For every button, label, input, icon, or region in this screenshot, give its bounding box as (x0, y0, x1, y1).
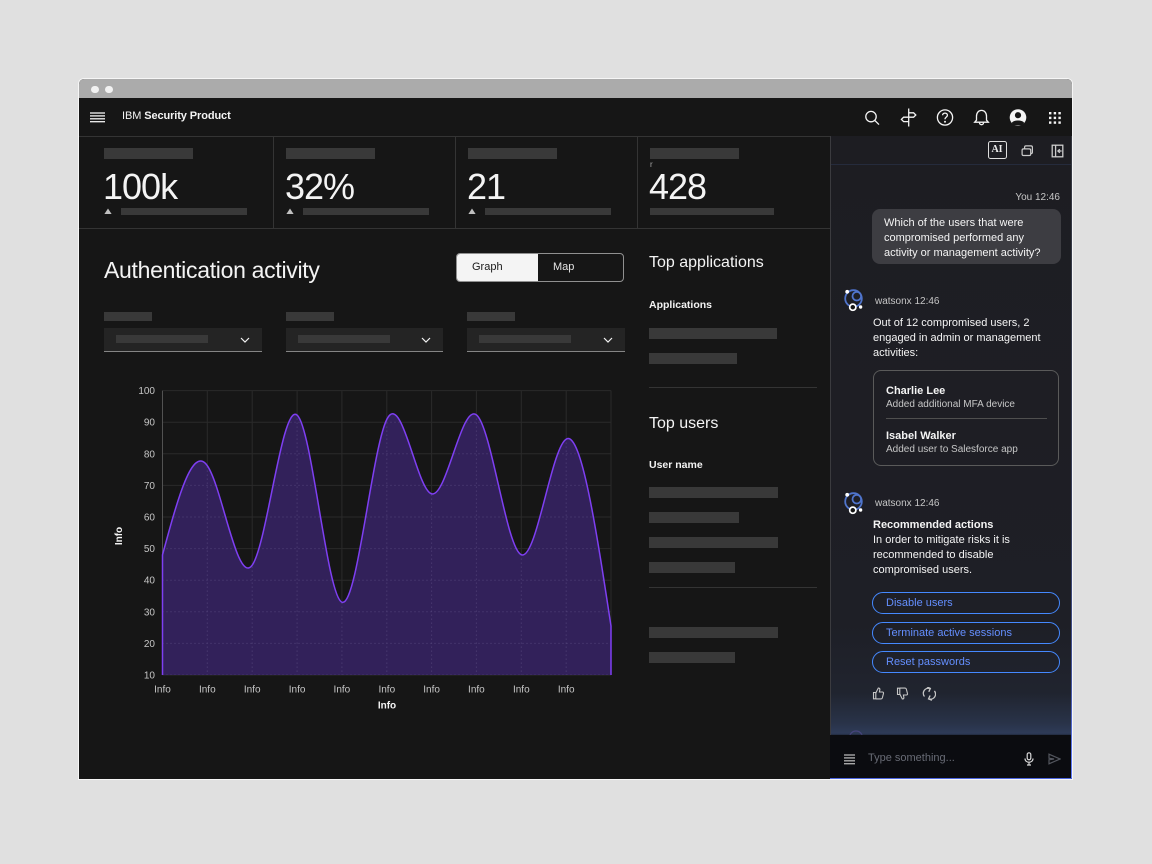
svg-text:50: 50 (144, 544, 156, 555)
svg-text:Info: Info (334, 685, 351, 696)
svg-text:Info: Info (244, 685, 261, 696)
svg-text:40: 40 (144, 576, 156, 587)
svg-text:Info: Info (114, 527, 125, 545)
svg-text:Info: Info (289, 685, 306, 696)
svg-text:80: 80 (144, 449, 156, 460)
svg-text:Info: Info (378, 701, 396, 712)
svg-text:Info: Info (513, 685, 530, 696)
svg-text:Info: Info (154, 685, 171, 696)
svg-text:Info: Info (423, 685, 440, 696)
svg-text:20: 20 (144, 639, 156, 650)
svg-text:Info: Info (199, 685, 216, 696)
svg-text:30: 30 (144, 607, 156, 618)
svg-text:Info: Info (378, 685, 395, 696)
svg-text:90: 90 (144, 418, 156, 429)
svg-text:100: 100 (138, 386, 155, 397)
svg-text:60: 60 (144, 513, 156, 524)
svg-text:Info: Info (468, 685, 485, 696)
svg-text:70: 70 (144, 481, 156, 492)
svg-text:Info: Info (558, 685, 575, 696)
svg-text:10: 10 (144, 671, 156, 682)
